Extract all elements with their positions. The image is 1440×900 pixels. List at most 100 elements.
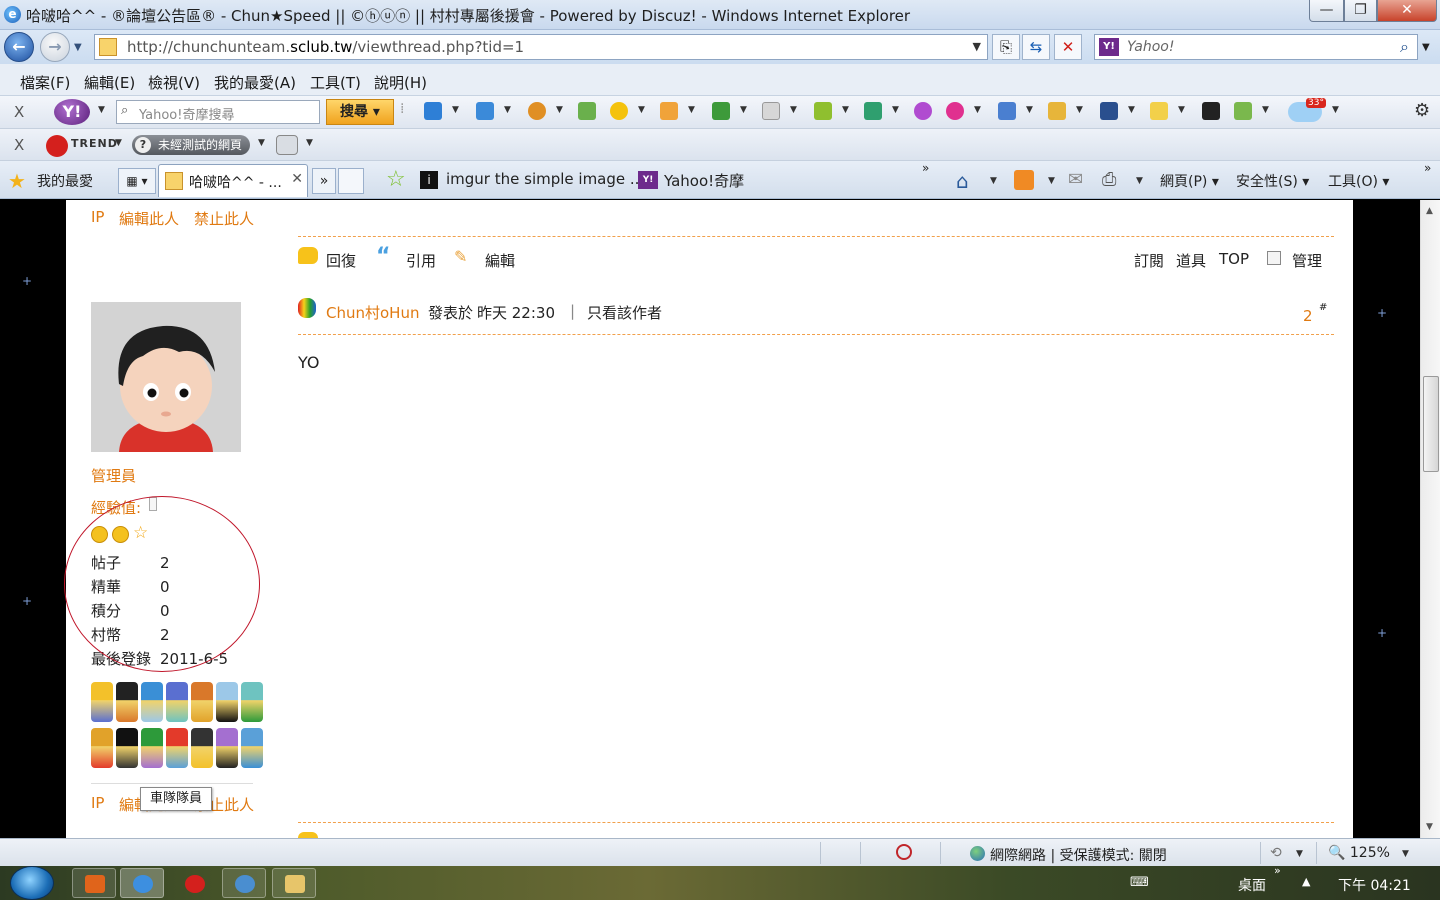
page-change-icon[interactable]: ⟲ xyxy=(1270,845,1282,861)
games-icon[interactable] xyxy=(712,102,730,120)
medal-icon[interactable] xyxy=(166,728,188,768)
page-menu[interactable]: 網頁(P) ▾ xyxy=(1160,171,1219,191)
medal-icon[interactable] xyxy=(191,682,213,722)
dropdown-icon[interactable]: ▼ xyxy=(740,105,747,115)
taskbar-explorer[interactable] xyxy=(272,868,316,898)
close-toolbar-button[interactable]: X xyxy=(14,136,24,154)
menu-file[interactable]: 檔案(F) xyxy=(20,72,70,93)
clock[interactable]: 下午 04:21 xyxy=(1338,875,1411,895)
back-button[interactable]: ← xyxy=(4,32,34,62)
ip-link[interactable]: IP xyxy=(91,208,104,226)
author-name[interactable]: Chun村oHun xyxy=(326,302,419,323)
home-icon[interactable]: ⌂ xyxy=(956,169,969,193)
fav-link-yahoo[interactable]: Yahoo!奇摩 xyxy=(664,170,744,191)
dropdown-icon[interactable]: ▼ xyxy=(1332,105,1339,115)
keyboard-icon[interactable]: ⌨ xyxy=(1130,875,1149,890)
menu-help[interactable]: 說明(H) xyxy=(374,72,427,93)
music-icon[interactable] xyxy=(1048,102,1066,120)
start-button[interactable] xyxy=(10,866,54,900)
ip-link[interactable]: IP xyxy=(91,794,104,812)
photo-icon[interactable] xyxy=(1100,102,1118,120)
medal-icon[interactable] xyxy=(116,682,138,722)
commandbar-overflow-icon[interactable]: » xyxy=(1424,161,1431,175)
medal-icon[interactable] xyxy=(216,728,238,768)
medal-icon[interactable] xyxy=(91,682,113,722)
dropdown-icon[interactable]: ▼ xyxy=(842,105,849,115)
stop-icon[interactable]: ✕ xyxy=(1054,34,1082,60)
knowledge-icon[interactable] xyxy=(1150,102,1168,120)
edit-button[interactable]: 編輯 xyxy=(485,250,515,271)
privacy-report-icon[interactable] xyxy=(896,844,912,860)
toolbar-grip[interactable]: ⁞ xyxy=(400,101,404,117)
zoom-level[interactable]: 🔍 125% xyxy=(1328,845,1390,861)
dropdown-icon[interactable]: ▼ xyxy=(1262,105,1269,115)
medal-icon[interactable] xyxy=(191,728,213,768)
page-change-dropdown-icon[interactable]: ▼ xyxy=(1296,849,1303,859)
menu-view[interactable]: 檢視(V) xyxy=(148,72,200,93)
feed-dropdown-icon[interactable]: ▼ xyxy=(1048,176,1055,186)
yahoo-logo-button[interactable]: Y! xyxy=(54,99,90,125)
url-field[interactable]: http://chunchunteam.sclub.tw/viewthread.… xyxy=(94,34,988,60)
toolbar-overflow-icon[interactable]: » xyxy=(1274,864,1281,877)
checkbox-icon[interactable] xyxy=(1267,251,1281,265)
edit-user-link[interactable]: 編輯此人 xyxy=(119,208,179,229)
dropdown-icon[interactable]: ▼ xyxy=(556,105,563,115)
fav-link-imgur[interactable]: imgur the simple image ... xyxy=(446,170,644,188)
dropdown-icon[interactable]: ▼ xyxy=(1076,105,1083,115)
taskbar-network[interactable] xyxy=(222,868,266,898)
dropdown-icon[interactable]: ▼ xyxy=(504,105,511,115)
menu-edit[interactable]: 編輯(E) xyxy=(84,72,135,93)
medal-icon[interactable] xyxy=(116,728,138,768)
dropdown-icon[interactable]: ▼ xyxy=(1128,105,1135,115)
dropdown-icon[interactable]: ▼ xyxy=(790,105,797,115)
bookmarks-icon[interactable] xyxy=(578,102,596,120)
safety-menu[interactable]: 安全性(S) ▾ xyxy=(1236,171,1309,191)
yahoo-search-button[interactable]: 搜尋 ▾ xyxy=(326,99,394,125)
tools-link[interactable]: 道具 xyxy=(1176,250,1206,271)
forward-button[interactable]: → xyxy=(40,32,70,62)
blog-icon[interactable] xyxy=(946,102,964,120)
page-rating-status[interactable]: ? 未經測試的網頁 xyxy=(132,135,250,155)
shopping-icon[interactable] xyxy=(660,102,678,120)
close-tab-icon[interactable]: ✕ xyxy=(291,171,303,187)
scroll-down-icon[interactable]: ▼ xyxy=(1426,822,1433,832)
medal-icon[interactable] xyxy=(141,682,163,722)
dropdown-icon[interactable]: ▼ xyxy=(1026,105,1033,115)
scroll-up-icon[interactable]: ▲ xyxy=(1426,206,1433,216)
edit-note-icon[interactable] xyxy=(814,102,832,120)
more-tabs-button[interactable]: » xyxy=(312,168,336,194)
tab-active[interactable]: 哈啵哈^^ - ... ✕ xyxy=(158,164,308,197)
subscribe-link[interactable]: 訂閱 xyxy=(1134,250,1164,271)
movie-icon[interactable] xyxy=(1202,102,1220,120)
rating-dropdown-icon[interactable]: ▼ xyxy=(258,138,265,148)
dropdown-icon[interactable]: ▼ xyxy=(974,105,981,115)
wifi-scan-icon[interactable] xyxy=(276,135,298,155)
favorites-overflow-icon[interactable]: » xyxy=(922,161,929,175)
maximize-button[interactable]: ❐ xyxy=(1344,0,1377,22)
quote-icon[interactable]: “ xyxy=(376,244,390,269)
print-icon[interactable]: ⎙ xyxy=(1102,169,1116,190)
favorites-star-icon[interactable]: ★ xyxy=(8,169,26,193)
close-toolbar-button[interactable]: X xyxy=(14,103,24,121)
minimize-button[interactable]: — xyxy=(1309,0,1344,22)
search-options-dropdown-icon[interactable]: ▼ xyxy=(1422,42,1430,53)
new-tab-button[interactable] xyxy=(338,168,364,194)
dropdown-icon[interactable]: ▼ xyxy=(688,105,695,115)
only-author-link[interactable]: 只看該作者 xyxy=(587,302,662,323)
medal-icon[interactable] xyxy=(216,682,238,722)
trend-dropdown-icon[interactable]: ▼ xyxy=(115,138,122,148)
quote-button[interactable]: 引用 xyxy=(406,250,436,271)
print-dropdown-icon[interactable]: ▼ xyxy=(1136,176,1143,186)
medal-icon[interactable] xyxy=(166,682,188,722)
url-dropdown-icon[interactable]: ▼ xyxy=(973,40,981,53)
top-link[interactable]: TOP xyxy=(1219,250,1249,268)
map-icon[interactable] xyxy=(1234,102,1252,120)
trend-micro-logo-icon[interactable] xyxy=(46,135,68,157)
taskbar-trend-micro[interactable] xyxy=(172,868,216,898)
scan-dropdown-icon[interactable]: ▼ xyxy=(306,138,313,148)
yahoo-menu-dropdown-icon[interactable]: ▼ xyxy=(98,105,105,115)
url-text[interactable]: http://chunchunteam.sclub.tw/viewthread.… xyxy=(127,38,524,56)
news-icon[interactable] xyxy=(424,102,442,120)
close-window-button[interactable]: ✕ xyxy=(1377,0,1437,22)
dropdown-icon[interactable]: ▼ xyxy=(638,105,645,115)
